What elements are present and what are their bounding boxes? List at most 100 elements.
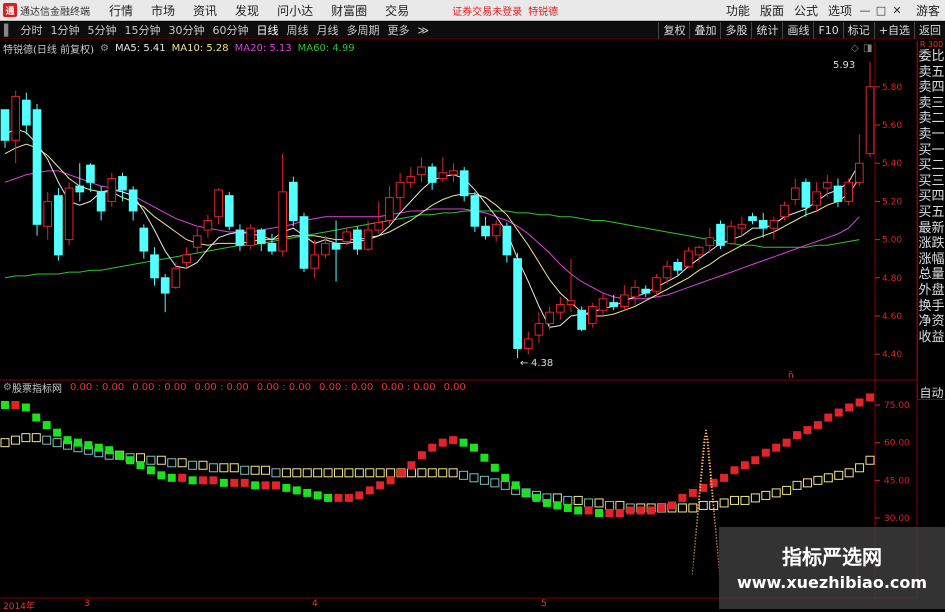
- indicator-box: [511, 481, 520, 490]
- period-60min[interactable]: 60分钟: [208, 22, 252, 38]
- candle-body: [833, 185, 843, 202]
- date-label-may: 5: [541, 599, 547, 609]
- candle-body: [395, 181, 405, 199]
- period-tick[interactable]: 分时: [16, 22, 46, 38]
- candle-body: [652, 277, 661, 292]
- candle-body: [427, 166, 437, 183]
- signal-box: [490, 478, 500, 488]
- mark-button[interactable]: 标记: [842, 22, 874, 39]
- candle-body: [11, 95, 21, 141]
- more-chevron-icon[interactable]: ≫: [413, 24, 433, 37]
- menu-item-discover[interactable]: 发现: [226, 2, 268, 19]
- multi-stock-button[interactable]: 多股: [720, 22, 751, 39]
- indicator-box: [438, 438, 447, 447]
- adjust-button[interactable]: 复权: [658, 22, 689, 39]
- period-1min[interactable]: 1分钟: [46, 22, 83, 38]
- candle-body: [694, 246, 704, 256]
- add-watchlist-button[interactable]: +自选: [873, 22, 914, 39]
- low-label-arrow: ←: [520, 358, 528, 369]
- indicator-box: [772, 443, 781, 452]
- overlay-button[interactable]: 叠加: [689, 22, 720, 39]
- back-button[interactable]: 返回: [914, 22, 945, 39]
- period-15min[interactable]: 15分钟: [120, 22, 164, 38]
- volume-spike: [700, 429, 707, 466]
- period-daily[interactable]: 日线: [252, 22, 282, 38]
- period-30min[interactable]: 30分钟: [164, 22, 208, 38]
- stats-button[interactable]: 统计: [751, 22, 782, 39]
- candle-body: [128, 189, 138, 212]
- indicator-box: [699, 483, 708, 492]
- ma20-line: [4, 170, 860, 300]
- candle-body: [598, 298, 608, 311]
- candle-body: [502, 225, 512, 256]
- indicator-box: [626, 506, 635, 515]
- price-tick-label: 5.20: [882, 197, 902, 207]
- indicator-gear-icon[interactable]: ⚙: [3, 382, 12, 393]
- menu-item-market[interactable]: 市场: [142, 2, 184, 19]
- signal-box: [83, 445, 93, 455]
- menu-function[interactable]: 功能: [721, 2, 755, 19]
- menu-formula[interactable]: 公式: [789, 2, 823, 19]
- candle-body: [481, 225, 490, 237]
- price-chart[interactable]: 5.80 5.60 5.40 5.20 5.00 4.80 4.60 4.40 75.00 60…: [0, 0, 945, 609]
- indicator-box: [63, 436, 72, 445]
- close-icon[interactable]: ✕: [889, 4, 905, 17]
- indicator-value: 0.00 : 0.00: [132, 382, 187, 393]
- candle-body: [363, 229, 373, 250]
- settings-gear-icon[interactable]: ⚙: [100, 43, 109, 54]
- period-menu-icon[interactable]: ▌: [0, 24, 16, 37]
- menu-item-ask[interactable]: 问小达: [268, 2, 322, 19]
- minimize-icon[interactable]: —: [857, 4, 873, 17]
- indicator-box: [397, 468, 406, 477]
- diamond-icon[interactable]: ◇: [851, 43, 859, 54]
- auto-button[interactable]: 自动: [917, 384, 945, 400]
- period-monthly[interactable]: 月线: [312, 22, 342, 38]
- panel-toggle-icon[interactable]: ◨: [863, 43, 872, 54]
- period-multi[interactable]: 多周期: [342, 22, 383, 38]
- guest-label[interactable]: 游客: [911, 2, 945, 19]
- menu-item-quotes[interactable]: 行情: [100, 2, 142, 19]
- signal-box: [584, 498, 594, 508]
- indicator-box: [459, 438, 468, 447]
- signal-box: [646, 503, 656, 513]
- draw-button[interactable]: 画线: [782, 22, 813, 39]
- menu-item-wealth[interactable]: 财富圈: [322, 2, 376, 19]
- stock-name-link[interactable]: 特锐德: [528, 3, 558, 18]
- menu-options[interactable]: 选项: [823, 2, 857, 19]
- signal-box: [688, 503, 698, 513]
- signal-box: [219, 463, 229, 473]
- quote-label: 买五: [918, 204, 945, 220]
- menu-item-news[interactable]: 资讯: [184, 2, 226, 19]
- indicator-box: [636, 506, 645, 515]
- period-more[interactable]: 更多: [383, 22, 413, 38]
- ma5-line: [4, 128, 860, 328]
- signal-box: [271, 468, 281, 478]
- quote-label: 委比: [918, 49, 945, 64]
- candle-body: [705, 237, 715, 246]
- indicator-box: [730, 466, 739, 475]
- period-weekly[interactable]: 周线: [282, 22, 312, 38]
- candle-body: [748, 216, 757, 222]
- event-marker[interactable]: ñ: [788, 371, 794, 381]
- login-status[interactable]: 证券交易未登录: [452, 3, 522, 18]
- low-label: 4.38: [531, 358, 553, 369]
- menu-layout[interactable]: 版面: [755, 2, 789, 19]
- signal-box: [677, 503, 687, 513]
- menu-item-trade[interactable]: 交易: [376, 2, 418, 19]
- ma20-value: MA20: 5.13: [234, 42, 292, 54]
- candle-body: [662, 265, 672, 279]
- indicator-bar: ⚙ 股票指标网 0.00 : 0.00 0.00 : 0.00 0.00 : 0…: [0, 381, 466, 395]
- indicator-title: 股票指标网: [11, 384, 62, 395]
- period-5min[interactable]: 5分钟: [83, 22, 120, 38]
- signal-box: [573, 495, 583, 505]
- candle-body: [43, 200, 53, 227]
- maximize-icon[interactable]: □: [873, 4, 889, 17]
- volume-spike: [702, 429, 707, 444]
- signal-box: [386, 468, 396, 478]
- quote-panel: R 300 委比 卖五 卖四 卖三 卖二 卖一 买一 买二 买三 买四 买五 最新 涨跌 涨幅 总量 外盘 换手…: [917, 41, 945, 381]
- candle-body: [107, 177, 117, 202]
- volume-spike: [695, 429, 707, 532]
- signal-box: [302, 468, 312, 478]
- f10-button[interactable]: F10: [813, 22, 842, 39]
- quote-label: 外盘: [918, 282, 945, 298]
